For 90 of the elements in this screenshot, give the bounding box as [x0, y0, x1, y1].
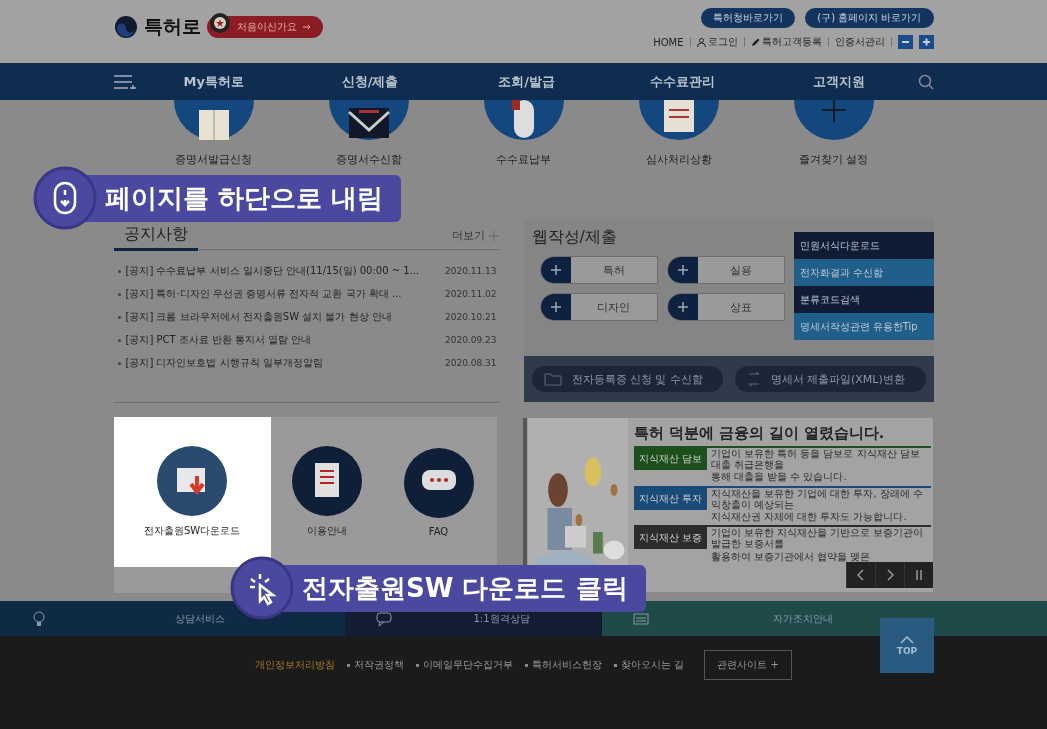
service-link[interactable]: FAQ — [382, 417, 495, 567]
star-badge-icon — [208, 12, 231, 34]
notice-date: 2020.10.21 — [444, 312, 498, 322]
side-menu-item[interactable]: 명세서작성관련 유용한Tip — [793, 313, 934, 340]
plus-icon — [677, 265, 688, 275]
pause-icon[interactable] — [914, 569, 923, 581]
utility-link[interactable]: HOME — [653, 36, 684, 48]
notice-link[interactable]: [공지] 크롬 브라우저에서 전자출원SW 설치 불가 현상 안내 — [125, 310, 392, 324]
folder-download-icon — [157, 446, 227, 516]
notice-date: 2020.09.23 — [444, 335, 498, 345]
banner-tag: 지식재산 투자 — [633, 487, 707, 510]
notice-date: 2020.11.13 — [444, 266, 498, 276]
mouse-icon — [483, 100, 564, 140]
consult-tab[interactable]: 자가조치안내 — [602, 601, 1047, 636]
nav-item[interactable]: 수수료관리 — [604, 72, 762, 91]
notice-link[interactable]: [공지] 수수료납부 서비스 일시중단 안내(11/15(일) 00:00 ~ 1... — [125, 264, 420, 278]
plus-icon — [550, 302, 561, 312]
convert-icon — [746, 371, 761, 387]
utility-link[interactable]: 특허고객등록 — [761, 35, 822, 49]
chevron-up-icon — [900, 635, 914, 644]
logo-icon — [113, 15, 138, 39]
side-menu-item[interactable]: 분류코드검색 — [793, 286, 934, 313]
quick-link-label[interactable]: 즐겨찾기 설정 — [798, 152, 869, 167]
plus-icon — [793, 100, 874, 140]
footer-link[interactable]: 이메일무단수집거부 — [423, 658, 514, 672]
submit-button[interactable]: 디자인 — [539, 293, 658, 321]
search-icon[interactable] — [917, 73, 934, 90]
utility-link[interactable]: 인증서관리 — [834, 35, 885, 49]
scroll-icon — [638, 100, 719, 140]
notice-date: 2020.08.31 — [444, 358, 498, 368]
banner-tag: 지식재산 보증 — [633, 527, 707, 550]
site-logo[interactable]: 특허로 — [143, 14, 201, 40]
plus-icon — [677, 302, 688, 312]
shortcut-button[interactable]: (구) 홈페이지 바로가기 — [805, 8, 934, 28]
banner-text: 지식재산을 보유한 기업에 대한 투자, 장래에 수익창출이 예상되는 — [710, 487, 924, 510]
submit-button[interactable]: 특허 — [539, 256, 658, 284]
banner-tag: 지식재산 담보 — [633, 448, 707, 470]
next-icon[interactable] — [885, 569, 894, 581]
nav-item[interactable]: My특허로 — [135, 72, 292, 91]
shortcut-button[interactable]: 명세서 제출파일(XML)변환 — [734, 366, 926, 392]
shortcut-button[interactable]: 특허청바로가기 — [701, 8, 796, 28]
quick-link-label[interactable]: 증명서수신함 — [335, 152, 402, 167]
previous-icon[interactable] — [856, 569, 865, 581]
banner-headline: 특허 덕분에 금융의 길이 열렸습니다. — [633, 424, 886, 443]
footer-link[interactable]: 특허서비스헌장 — [532, 658, 603, 672]
chat-icon — [403, 447, 474, 518]
shortcut-button[interactable]: 전자등록증 신청 및 수신함 — [531, 366, 723, 392]
side-menu-item[interactable]: 전자화결과 수신함 — [793, 259, 934, 286]
lightbulb-icon — [30, 609, 48, 628]
more-link[interactable]: 더보기 — [451, 228, 485, 243]
document-icon — [291, 446, 362, 516]
related-sites-button[interactable]: 관련사이트 + — [704, 650, 792, 680]
notice-link[interactable]: [공지] 특허·디자인 우선권 증명서류 전자적 교환 국가 확대 ... — [125, 287, 402, 301]
quick-link-label[interactable]: 증명서발급신청 — [175, 152, 252, 167]
web-submit-title: 웹작성/제출 — [531, 227, 618, 248]
banner-text: 활용하여 보증기관에서 협약을 맺은 — [710, 550, 872, 562]
banner-text: 기업이 보유한 특허 등을 담보로 지식재산 담보대출 취급은행을 — [710, 448, 921, 471]
scroll-down-icon — [33, 166, 97, 230]
nav-item[interactable]: 신청/제출 — [291, 72, 449, 91]
folder-icon — [543, 372, 562, 386]
notice-date: 2020.11.02 — [444, 289, 498, 299]
plus-icon — [550, 265, 561, 275]
quick-link-label[interactable]: 심사처리상황 — [645, 152, 712, 167]
submit-button[interactable]: 상표 — [666, 293, 785, 321]
submit-button[interactable]: 실용 — [666, 256, 785, 284]
quick-link-label[interactable]: 수수료납부 — [496, 152, 551, 167]
service-link[interactable]: 이용안내 — [270, 417, 383, 567]
banner-text: 통해 대출을 받을 수 있습니다. — [710, 471, 848, 483]
service-link[interactable]: 전자출원SW다운로드 — [113, 417, 271, 567]
utility-link[interactable]: 로그인 — [707, 35, 738, 49]
first-visit-button[interactable]: 처음이신가요 — [206, 16, 323, 38]
banner-text: 기업이 보유한 지식재산을 기반으로 보증기관이 발급한 보증서를 — [710, 527, 925, 550]
chat-icon — [374, 609, 393, 628]
pointer-click-icon — [230, 556, 294, 620]
footer-link[interactable]: 찾아오시는 길 — [621, 658, 685, 672]
top-button[interactable]: TOP — [880, 618, 934, 673]
footer-link[interactable]: 개인정보처리방침 — [255, 658, 336, 672]
side-menu-item[interactable]: 민원서식다운로드 — [793, 232, 934, 259]
arrow-icon — [302, 24, 311, 30]
notice-link[interactable]: [공지] PCT 조사료 반환 통지서 열람 안내 — [125, 333, 312, 347]
nav-item[interactable]: 고객지원 — [761, 72, 918, 91]
book-icon — [173, 100, 254, 140]
nav-item[interactable]: 조회/발급 — [448, 72, 605, 91]
person-icon — [696, 37, 706, 47]
pen-icon — [750, 37, 760, 47]
footer-link[interactable]: 저작권정책 — [354, 658, 405, 672]
envelope-icon — [328, 100, 409, 140]
banner-text: 지식재산권 자체에 대한 투자도 가능합니다. — [710, 510, 908, 523]
notice-link[interactable]: [공지] 디자인보호법 시행규칙 일부개정알림 — [125, 356, 323, 370]
menu-icon[interactable] — [113, 74, 136, 89]
